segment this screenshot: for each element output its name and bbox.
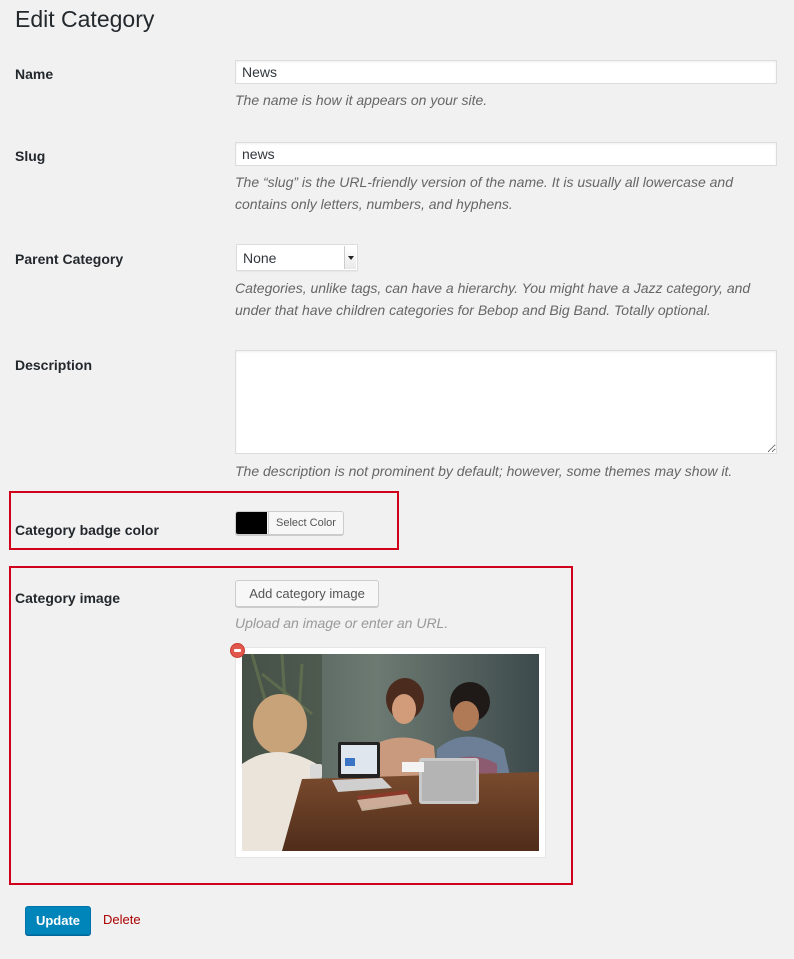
- select-color-button[interactable]: Select Color: [268, 512, 343, 534]
- parent-category-description: Categories, unlike tags, can have a hier…: [235, 277, 780, 321]
- badge-color-label: Category badge color: [15, 522, 159, 538]
- delete-link[interactable]: Delete: [103, 912, 141, 927]
- description-label: Description: [15, 357, 93, 373]
- slug-description-line-1: The “slug” is the URL-friendly version o…: [235, 174, 733, 190]
- remove-image-icon[interactable]: [231, 644, 244, 657]
- name-description: The name is how it appears on your site.: [235, 92, 488, 108]
- chevron-down-icon: [344, 246, 356, 269]
- category-image-preview: [235, 647, 546, 858]
- description-help: The description is not prominent by defa…: [235, 463, 733, 479]
- add-category-image-button[interactable]: Add category image: [235, 580, 379, 607]
- parent-category-select[interactable]: None: [236, 244, 358, 271]
- description-textarea[interactable]: [235, 350, 777, 454]
- slug-label: Slug: [15, 148, 46, 164]
- page-title: Edit Category: [15, 6, 155, 32]
- name-label: Name: [15, 66, 54, 82]
- slug-description-line-2: contains only letters, numbers, and hyph…: [235, 196, 513, 212]
- parent-description-line-1: Categories, unlike tags, can have a hier…: [235, 280, 751, 296]
- category-image-help: Upload an image or enter an URL.: [235, 615, 449, 631]
- slug-input[interactable]: [235, 142, 777, 166]
- badge-color-picker[interactable]: Select Color: [235, 511, 344, 535]
- parent-category-label: Parent Category: [15, 251, 124, 267]
- name-input[interactable]: [235, 60, 777, 84]
- slug-description: The “slug” is the URL-friendly version o…: [235, 171, 780, 215]
- update-button[interactable]: Update: [25, 906, 91, 935]
- category-image-label: Category image: [15, 590, 121, 606]
- parent-description-line-2: under that have children categories for …: [235, 302, 711, 318]
- parent-category-selected: None: [243, 250, 277, 266]
- category-image-photo: [242, 653, 539, 851]
- color-swatch: [236, 512, 267, 534]
